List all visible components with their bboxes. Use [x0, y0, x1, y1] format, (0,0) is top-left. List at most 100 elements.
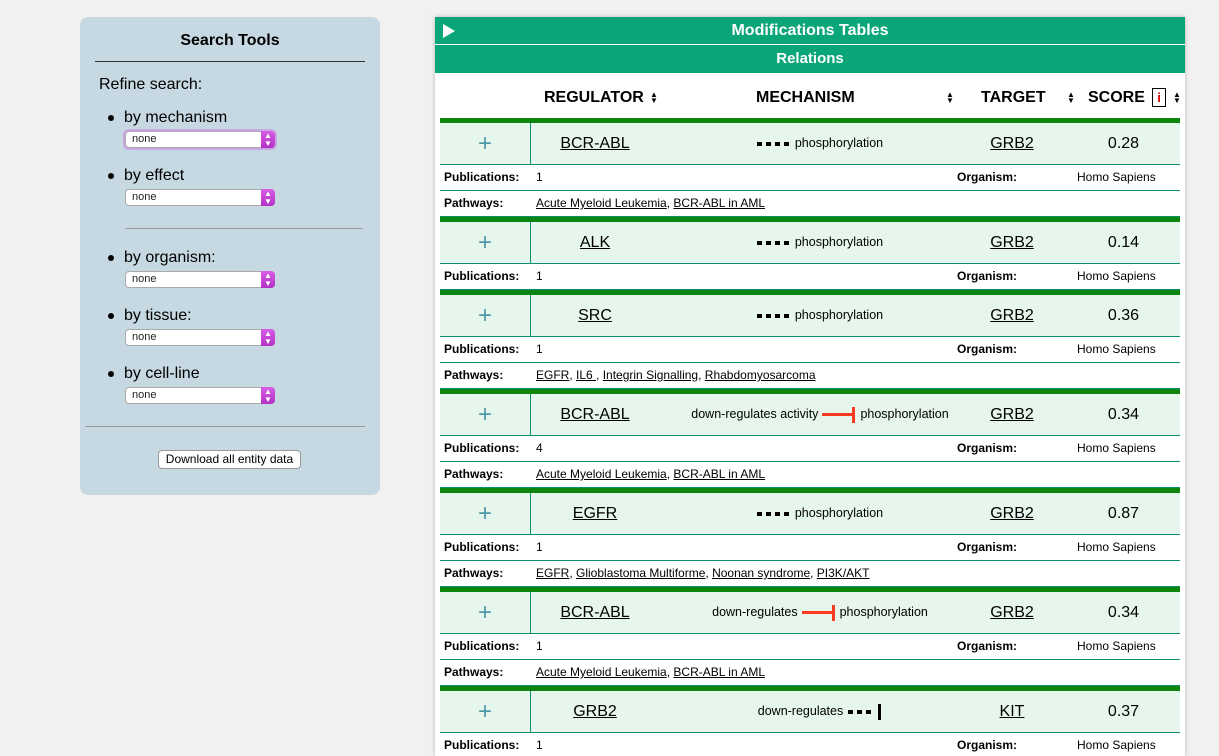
pathways-list: Acute Myeloid Leukemia, BCR-ABL in AML — [536, 467, 765, 481]
pathway-link[interactable]: Rhabdomyosarcoma — [705, 368, 816, 382]
inhibition-arrow-icon — [822, 406, 856, 423]
mechanism-select[interactable]: none ▲ ▼ — [125, 131, 275, 148]
score-info-icon[interactable]: i — [1152, 88, 1166, 107]
organism-value: Homo Sapiens — [1077, 738, 1156, 752]
target-link[interactable]: GRB2 — [981, 123, 1043, 164]
expand-row-button[interactable]: + — [440, 222, 531, 263]
organism-label: Organism: — [957, 639, 1018, 653]
relations-header: Relations — [435, 45, 1185, 73]
publications-row: Publications: 4 Organism: Homo Sapiens — [440, 436, 1180, 462]
pathway-link[interactable]: BCR-ABL in AML — [673, 467, 765, 481]
target-link[interactable]: GRB2 — [981, 295, 1043, 336]
regulator-link[interactable]: BCR-ABL — [531, 123, 659, 164]
organism-label: Organism: — [957, 342, 1018, 356]
target-link[interactable]: GRB2 — [981, 592, 1043, 633]
expand-row-button[interactable]: + — [440, 493, 531, 534]
pathways-row: Pathways: Acute Myeloid Leukemia, BCR-AB… — [440, 191, 1180, 217]
target-link[interactable]: GRB2 — [981, 493, 1043, 534]
col-mechanism: MECHANISM — [756, 89, 855, 106]
pathway-link[interactable]: Acute Myeloid Leukemia — [536, 467, 667, 481]
tissue-select-value: none — [132, 331, 157, 343]
expand-triangle-icon[interactable] — [443, 24, 455, 38]
pathways-row: Pathways: Acute Myeloid Leukemia, BCR-AB… — [440, 462, 1180, 488]
divider — [125, 228, 363, 229]
organism-value: Homo Sapiens — [1077, 342, 1156, 356]
pathways-list: EGFR, Glioblastoma Multiforme, Noonan sy… — [536, 566, 870, 580]
filter-effect: by effect — [108, 167, 184, 185]
publications-label: Publications: — [444, 540, 520, 554]
relation-row: + BCR-ABL down-regulates phosphorylation … — [440, 592, 1180, 634]
publications-count: 1 — [536, 738, 543, 752]
tissue-select[interactable]: none ▲ ▼ — [125, 329, 275, 346]
sort-score-icon[interactable]: ▲ ▼ — [1173, 91, 1181, 105]
pathway-link[interactable]: Acute Myeloid Leukemia — [536, 196, 667, 210]
pathway-link[interactable]: PI3K/AKT — [817, 566, 870, 580]
sort-mechanism-icon[interactable]: ▲ ▼ — [946, 91, 954, 105]
pathway-link[interactable]: Integrin Signalling — [603, 368, 698, 382]
regulator-link[interactable]: ALK — [531, 222, 659, 263]
filter-cell-line-label: by cell-line — [108, 365, 200, 383]
mechanism-cell: down-regulates activity phosphorylation — [659, 394, 981, 435]
organism-select[interactable]: none ▲ ▼ — [125, 271, 275, 288]
pathway-link[interactable]: Acute Myeloid Leukemia — [536, 665, 667, 679]
modifications-tables-header[interactable]: Modifications Tables — [435, 17, 1185, 44]
pathways-label: Pathways: — [444, 196, 504, 210]
effect-select-value: none — [132, 191, 157, 203]
cell-line-select-value: none — [132, 389, 157, 401]
publications-label: Publications: — [444, 170, 520, 184]
pathway-link[interactable]: EGFR — [536, 566, 569, 580]
pathway-link[interactable]: BCR-ABL in AML — [673, 196, 765, 210]
score-value: 0.14 — [1107, 234, 1140, 251]
expand-row-button[interactable]: + — [440, 295, 531, 336]
target-link[interactable]: GRB2 — [981, 222, 1043, 263]
expand-row-button[interactable]: + — [440, 691, 531, 732]
pathways-label: Pathways: — [444, 467, 504, 481]
filter-cell-line: by cell-line — [108, 365, 200, 383]
score-value: 0.28 — [1107, 135, 1140, 152]
mechanism-cell: down-regulates phosphorylation — [659, 592, 981, 633]
effect-text: down-regulates — [757, 704, 844, 718]
expand-row-button[interactable]: + — [440, 394, 531, 435]
regulator-link[interactable]: BCR-ABL — [531, 592, 659, 633]
target-link[interactable]: KIT — [981, 691, 1043, 732]
pathways-list: EGFR, IL6 , Integrin Signalling, Rhabdom… — [536, 368, 816, 382]
pathway-link[interactable]: Noonan syndrome — [712, 566, 810, 580]
organism-value: Homo Sapiens — [1077, 269, 1156, 283]
regulator-link[interactable]: SRC — [531, 295, 659, 336]
publications-label: Publications: — [444, 441, 520, 455]
cell-line-select[interactable]: none ▲ ▼ — [125, 387, 275, 404]
pathway-link[interactable]: Glioblastoma Multiforme — [576, 566, 705, 580]
select-arrows-icon: ▲ ▼ — [261, 329, 275, 346]
mechanism-cell: phosphorylation — [659, 295, 981, 336]
organism-label: Organism: — [957, 738, 1018, 752]
expand-row-button[interactable]: + — [440, 592, 531, 633]
col-regulator[interactable]: REGULATOR — [544, 89, 644, 107]
organism-value: Homo Sapiens — [1077, 441, 1156, 455]
sort-regulator-icon[interactable]: ▲ ▼ — [650, 91, 658, 105]
score-value: 0.87 — [1107, 505, 1140, 522]
publications-count: 1 — [536, 342, 543, 356]
target-link[interactable]: GRB2 — [981, 394, 1043, 435]
pathway-link[interactable]: BCR-ABL in AML — [673, 665, 765, 679]
effect-select[interactable]: none ▲ ▼ — [125, 189, 275, 206]
dotted-line-icon — [756, 313, 790, 318]
pathway-link[interactable]: IL6 — [576, 368, 596, 382]
download-entity-data-button[interactable]: Download all entity data — [158, 450, 301, 469]
sort-target-icon[interactable]: ▲ ▼ — [1067, 91, 1075, 105]
score-value: 0.37 — [1107, 703, 1140, 720]
mechanism-text: phosphorylation — [794, 235, 884, 249]
publications-count: 1 — [536, 540, 543, 554]
relation-row: + EGFR phosphorylation GRB2 0.87 — [440, 493, 1180, 535]
score-value: 0.34 — [1107, 604, 1140, 621]
mechanism-text: phosphorylation — [794, 136, 884, 150]
pathway-link[interactable]: EGFR — [536, 368, 569, 382]
mechanism-text: phosphorylation — [860, 407, 949, 421]
regulator-link[interactable]: GRB2 — [531, 691, 659, 732]
pathways-label: Pathways: — [444, 368, 504, 382]
select-arrows-icon: ▲ ▼ — [261, 387, 275, 404]
expand-row-button[interactable]: + — [440, 123, 531, 164]
filter-organism-label: by organism: — [108, 249, 216, 267]
regulator-link[interactable]: BCR-ABL — [531, 394, 659, 435]
regulator-link[interactable]: EGFR — [531, 493, 659, 534]
publications-label: Publications: — [444, 738, 520, 752]
